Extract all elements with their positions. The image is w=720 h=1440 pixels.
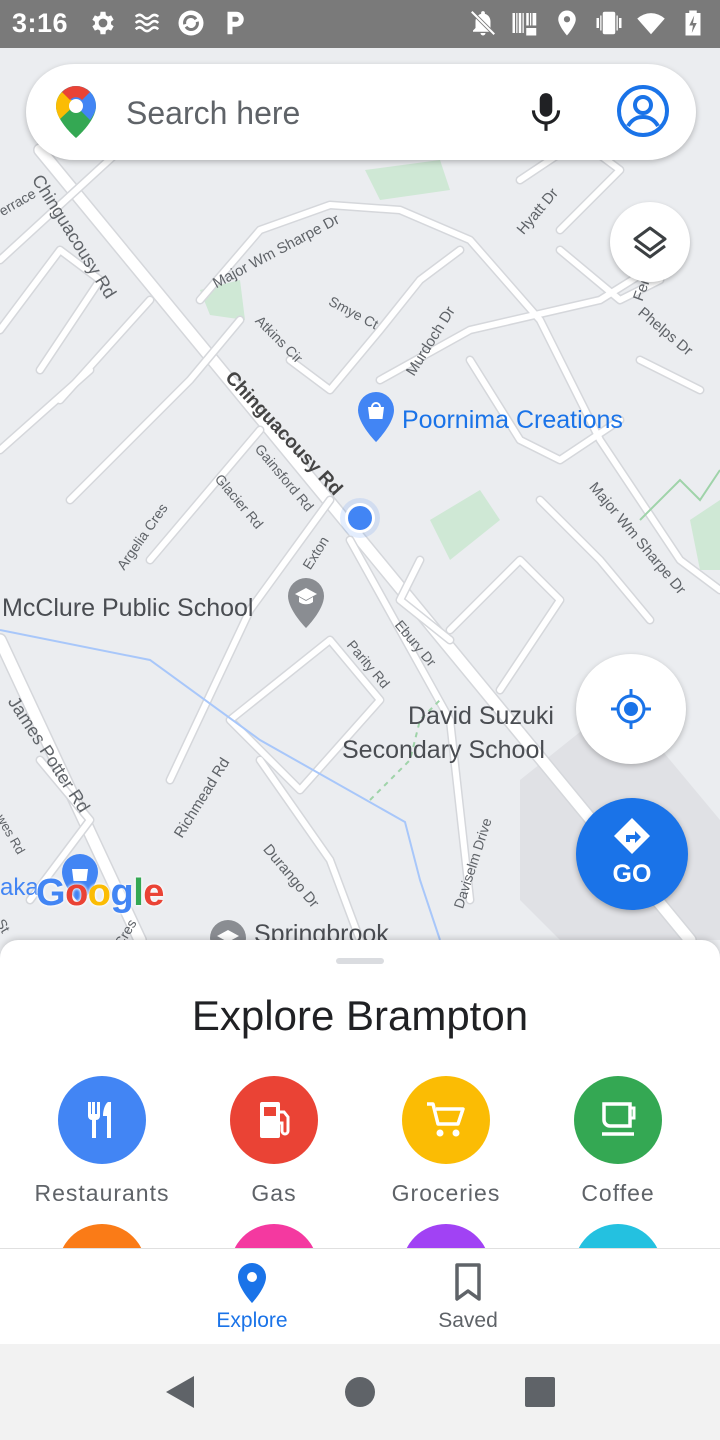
place-label-mcclure[interactable]: McClure Public School	[2, 594, 254, 623]
category-circle	[58, 1076, 146, 1164]
go-label: GO	[612, 860, 652, 888]
cart-icon	[427, 1102, 465, 1137]
explore-sheet[interactable]: Explore Brampton Restaurants Gas Groceri…	[0, 940, 720, 1248]
crosshair-icon	[611, 689, 651, 729]
category-circle-partial[interactable]	[58, 1224, 146, 1248]
vibrate-icon	[596, 11, 622, 35]
search-input[interactable]	[124, 64, 508, 162]
home-icon[interactable]	[344, 1376, 376, 1408]
place-label-suzuki-2[interactable]: Secondary School	[342, 736, 545, 765]
gas-station-icon	[260, 1102, 290, 1138]
category-label: Groceries	[391, 1180, 501, 1206]
sync-icon	[178, 10, 204, 36]
status-time: 3:16	[12, 8, 69, 38]
category-groceries[interactable]: Groceries	[360, 1076, 532, 1207]
sheet-title: Explore Brampton	[191, 992, 529, 1039]
bottom-navigation: Explore Saved	[0, 1248, 720, 1345]
settings-icon	[92, 11, 114, 35]
layers-icon	[633, 226, 667, 259]
tab-saved-label: Saved	[438, 1309, 498, 1332]
back-icon[interactable]	[162, 1374, 198, 1410]
category-circle-partial[interactable]	[574, 1224, 662, 1248]
category-circle	[230, 1076, 318, 1164]
google-watermark: Google	[36, 872, 164, 914]
category-circle	[402, 1076, 490, 1164]
wind-icon	[134, 13, 160, 33]
barcode-icon	[512, 13, 537, 36]
place-label-partial: aka	[0, 874, 39, 901]
wifi-icon	[637, 13, 665, 35]
status-bar: 3:16	[0, 0, 720, 48]
current-location-dot	[340, 498, 380, 538]
category-restaurants[interactable]: Restaurants	[16, 1076, 188, 1207]
coffee-icon	[602, 1102, 636, 1136]
search-bar[interactable]	[26, 64, 696, 162]
notifications-off-icon	[470, 10, 496, 36]
my-location-button[interactable]	[576, 654, 686, 764]
bookmark-icon	[455, 1263, 481, 1301]
explore-pin-icon	[238, 1263, 266, 1303]
category-label: Gas	[251, 1180, 297, 1206]
maps-logo-icon	[56, 86, 96, 138]
category-circle-partial[interactable]	[230, 1224, 318, 1248]
category-label: Restaurants	[34, 1180, 170, 1206]
account-icon[interactable]	[616, 84, 670, 138]
system-navigation-bar	[0, 1344, 720, 1440]
directions-icon	[614, 818, 650, 854]
sheet-drag-handle[interactable]	[336, 958, 384, 964]
directions-go-button[interactable]: GO	[576, 798, 688, 910]
tab-explore-label: Explore	[216, 1309, 288, 1332]
recents-icon[interactable]	[524, 1376, 556, 1408]
battery-icon	[685, 10, 701, 36]
school-pin-icon[interactable]	[286, 578, 326, 630]
tab-explore[interactable]: Explore	[192, 1261, 312, 1333]
place-label-suzuki-1[interactable]: David Suzuki	[408, 702, 554, 731]
layers-button[interactable]	[610, 202, 690, 282]
parking-icon	[227, 11, 244, 35]
restaurant-icon	[88, 1102, 111, 1138]
category-coffee[interactable]: Coffee	[532, 1076, 704, 1207]
location-icon	[558, 10, 576, 36]
place-label-poornima[interactable]: Poornima Creations	[402, 406, 623, 435]
category-label: Coffee	[581, 1180, 655, 1206]
tab-saved[interactable]: Saved	[408, 1261, 528, 1333]
shopping-pin-icon[interactable]	[356, 392, 396, 444]
category-gas[interactable]: Gas	[188, 1076, 360, 1207]
category-circle-partial[interactable]	[402, 1224, 490, 1248]
microphone-icon[interactable]	[526, 90, 566, 134]
category-circle	[574, 1076, 662, 1164]
